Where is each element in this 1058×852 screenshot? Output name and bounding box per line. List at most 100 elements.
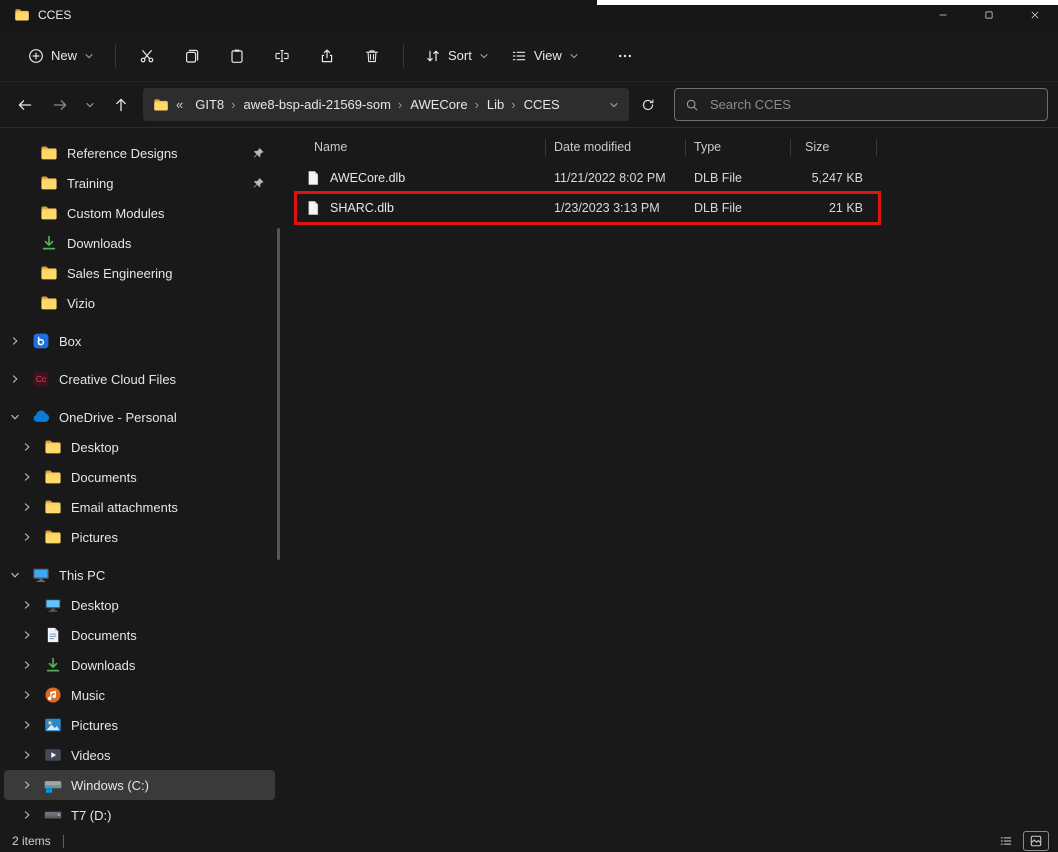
sidebar-item-label: Email attachments	[71, 500, 178, 515]
folder-icon	[44, 498, 62, 516]
sidebar-item[interactable]: OneDrive - Personal	[4, 402, 275, 432]
share-button[interactable]	[307, 39, 347, 73]
chevron-right-icon[interactable]	[22, 432, 44, 462]
sidebar-item[interactable]: Pictures	[4, 710, 275, 740]
sidebar-item-label: Windows (C:)	[71, 778, 149, 793]
folder-icon	[40, 174, 58, 192]
sidebar-scrollbar[interactable]	[277, 228, 280, 560]
copy-button[interactable]	[172, 39, 212, 73]
sidebar-item[interactable]: Pictures	[4, 522, 275, 552]
chevron-right-icon[interactable]	[22, 462, 44, 492]
breadcrumb-item[interactable]: Lib	[482, 94, 509, 115]
breadcrumb-separator-icon: ›	[229, 97, 237, 112]
breadcrumb-item[interactable]: AWECore	[405, 94, 472, 115]
sidebar-item[interactable]: Documents	[4, 462, 275, 492]
chevron-right-icon[interactable]	[22, 522, 44, 552]
view-icon	[511, 48, 527, 64]
new-button-label: New	[51, 48, 77, 63]
chevron-right-icon[interactable]	[10, 364, 32, 394]
folder-icon	[40, 264, 58, 282]
chevron-right-icon[interactable]	[22, 680, 44, 710]
chevron-right-icon[interactable]	[22, 800, 44, 830]
search-icon	[685, 98, 699, 112]
window-title: CCES	[38, 8, 71, 22]
chevron-right-icon[interactable]	[22, 770, 44, 800]
breadcrumb-segment: GIT8 ›	[190, 94, 237, 115]
refresh-button[interactable]	[631, 88, 664, 121]
see-more-button[interactable]	[605, 39, 645, 73]
search-input[interactable]	[708, 96, 1037, 113]
sidebar-item[interactable]: Cc Creative Cloud Files	[4, 364, 275, 394]
column-header-date-modified[interactable]: Date modified	[546, 139, 686, 156]
sidebar-item[interactable]: Music	[4, 680, 275, 710]
cut-icon	[139, 48, 155, 64]
sidebar-item[interactable]: T7 (D:)	[4, 800, 275, 830]
details-view-button[interactable]	[994, 832, 1018, 850]
chevron-down-icon[interactable]	[10, 402, 32, 432]
sidebar-item[interactable]: This PC	[4, 560, 275, 590]
up-button[interactable]	[104, 88, 137, 121]
address-bar[interactable]: « GIT8 › awe8-bsp-adi-21569-som › AWECor…	[143, 88, 629, 121]
breadcrumb-separator-icon: ›	[473, 97, 481, 112]
sidebar-item[interactable]: Documents	[4, 620, 275, 650]
share-icon	[319, 48, 335, 64]
view-button[interactable]: View	[501, 40, 589, 72]
breadcrumb-overflow[interactable]: «	[176, 97, 183, 112]
sidebar-item[interactable]: Downloads	[4, 650, 275, 680]
column-header-name[interactable]: Name	[296, 139, 546, 156]
chevron-right-icon[interactable]	[22, 620, 44, 650]
sidebar-item[interactable]: Training	[4, 168, 275, 198]
file-row[interactable]: SHARC.dlb 1/23/2023 3:13 PM DLB File 21 …	[296, 193, 877, 223]
this-pc-icon	[32, 566, 50, 584]
forward-button[interactable]	[43, 88, 76, 121]
breadcrumb-item[interactable]: awe8-bsp-adi-21569-som	[238, 94, 395, 115]
sidebar-item[interactable]: Vizio	[4, 288, 275, 318]
large-icons-view-button[interactable]	[1024, 832, 1048, 850]
sidebar-item[interactable]: Reference Designs	[4, 138, 275, 168]
breadcrumb: GIT8 › awe8-bsp-adi-21569-som › AWECore …	[190, 94, 602, 115]
chevron-right-icon[interactable]	[10, 326, 32, 356]
sidebar-item[interactable]: Desktop	[4, 590, 275, 620]
chevron-right-icon[interactable]	[22, 492, 44, 522]
address-dropdown-icon[interactable]	[609, 100, 619, 110]
sort-button[interactable]: Sort	[415, 40, 499, 72]
status-divider	[63, 835, 64, 848]
delete-button[interactable]	[352, 39, 392, 73]
file-row[interactable]: AWECore.dlb 11/21/2022 8:02 PM DLB File …	[296, 163, 877, 193]
chevron-down-icon	[569, 51, 579, 61]
new-button[interactable]: New	[18, 40, 104, 72]
chevron-right-icon[interactable]	[22, 590, 44, 620]
chevron-right-icon[interactable]	[22, 710, 44, 740]
chevron-right-icon[interactable]	[22, 650, 44, 680]
sidebar-item[interactable]: Email attachments	[4, 492, 275, 522]
sidebar-item[interactable]: Videos	[4, 740, 275, 770]
sidebar-item[interactable]: Custom Modules	[4, 198, 275, 228]
download-icon	[40, 234, 58, 252]
cut-button[interactable]	[127, 39, 167, 73]
breadcrumb-item[interactable]: GIT8	[190, 94, 229, 115]
copy-icon	[184, 48, 200, 64]
command-bar: New	[0, 30, 1058, 82]
rename-button[interactable]	[262, 39, 302, 73]
chevron-right-icon[interactable]	[22, 740, 44, 770]
close-icon	[1030, 10, 1040, 20]
file-name: AWECore.dlb	[330, 171, 405, 185]
sidebar-item[interactable]: Sales Engineering	[4, 258, 275, 288]
breadcrumb-item[interactable]: CCES	[519, 94, 565, 115]
back-button[interactable]	[8, 88, 41, 121]
chevron-down-icon[interactable]	[10, 560, 32, 590]
more-icon	[617, 48, 633, 64]
content-area: Reference Designs Training Custom Mo	[0, 128, 1058, 830]
file-date-modified: 11/21/2022 8:02 PM	[546, 171, 686, 185]
sidebar-item[interactable]: Downloads	[4, 228, 275, 258]
paste-button[interactable]	[217, 39, 257, 73]
column-header-type[interactable]: Type	[686, 139, 791, 156]
toolbar-divider	[115, 45, 116, 67]
column-header-size[interactable]: Size	[791, 139, 877, 156]
videos-icon	[44, 746, 62, 764]
sidebar-item[interactable]: Desktop	[4, 432, 275, 462]
sidebar-item[interactable]: Box	[4, 326, 275, 356]
sidebar-item[interactable]: Windows (C:)	[4, 770, 275, 800]
sidebar-item-label: Videos	[71, 748, 111, 763]
recent-locations-button[interactable]	[78, 88, 102, 121]
